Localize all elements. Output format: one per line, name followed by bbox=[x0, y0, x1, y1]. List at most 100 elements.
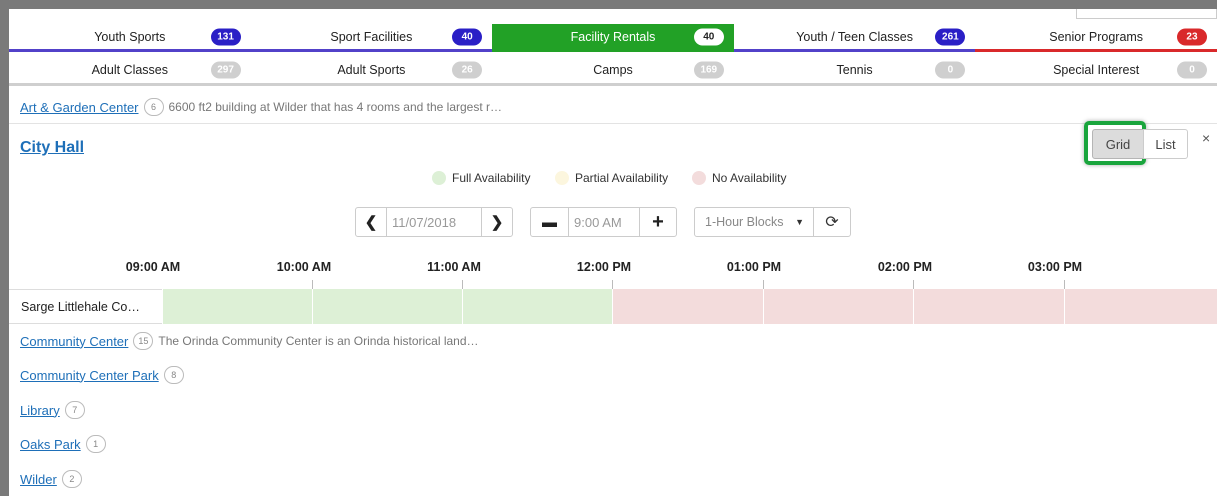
facility-link-wilder[interactable]: Wilder bbox=[20, 472, 57, 487]
time-slot-1500[interactable] bbox=[1064, 289, 1217, 324]
time-label-1000: 10:00 AM bbox=[276, 260, 332, 274]
legend-label: No Availability bbox=[712, 171, 787, 185]
partial-availability-dot bbox=[555, 171, 569, 185]
time-tick bbox=[913, 280, 914, 289]
facility-title-city-hall[interactable]: City Hall bbox=[20, 139, 84, 157]
room-count-badge: 1 bbox=[85, 435, 106, 453]
count-badge: 0 bbox=[1176, 61, 1207, 78]
tab-senior-programs[interactable]: Senior Programs 23 bbox=[975, 24, 1217, 52]
time-tick bbox=[1064, 280, 1065, 289]
time-label-1400: 02:00 PM bbox=[877, 260, 933, 274]
legend-partial: Partial Availability bbox=[555, 171, 668, 185]
facility-link-community-center-park[interactable]: Community Center Park bbox=[20, 368, 159, 383]
count-badge: 23 bbox=[1176, 28, 1207, 45]
legend-label: Partial Availability bbox=[575, 171, 669, 185]
no-availability-dot bbox=[692, 171, 706, 185]
plus-icon[interactable]: + bbox=[640, 208, 676, 236]
facility-link-community-center[interactable]: Community Center bbox=[20, 334, 128, 349]
count-badge: 26 bbox=[452, 61, 483, 78]
room-count-badge: 6 bbox=[143, 98, 164, 116]
tab-label: Special Interest bbox=[1053, 62, 1140, 77]
time-label-1100: 11:00 AM bbox=[427, 260, 481, 274]
chevron-right-icon[interactable]: ❯ bbox=[482, 208, 512, 236]
minus-icon[interactable]: ▬ bbox=[531, 208, 568, 236]
room-count-badge: 8 bbox=[163, 366, 184, 384]
search-box-edge[interactable] bbox=[1076, 9, 1217, 19]
chevron-left-icon[interactable]: ❮ bbox=[356, 208, 386, 236]
list-view-button[interactable]: List bbox=[1143, 129, 1188, 159]
time-tick bbox=[612, 280, 613, 289]
count-badge: 169 bbox=[693, 61, 724, 78]
room-count-badge: 7 bbox=[64, 401, 85, 419]
count-badge: 297 bbox=[210, 61, 241, 78]
time-label-1500: 03:00 PM bbox=[1027, 260, 1083, 274]
category-tabs-row-2: Adult Classes 297 Adult Sports 26 Camps … bbox=[9, 56, 1217, 86]
facility-row-oaks-park: Oaks Park 1 bbox=[20, 435, 111, 453]
time-slot-1300[interactable] bbox=[763, 289, 913, 324]
tab-label: Youth Sports bbox=[94, 29, 166, 44]
time-slot-1400[interactable] bbox=[913, 289, 1064, 324]
caret-down-icon: ▼ bbox=[795, 217, 804, 227]
time-label-0900: 09:00 AM bbox=[125, 260, 181, 274]
room-count-badge: 15 bbox=[133, 332, 154, 350]
facility-row-wilder: Wilder 2 bbox=[20, 470, 87, 488]
time-tick bbox=[462, 280, 463, 289]
time-slot-1000[interactable] bbox=[312, 289, 462, 324]
count-badge: 0 bbox=[935, 61, 966, 78]
legend-label: Full Availability bbox=[452, 171, 531, 185]
facility-row-art-garden: Art & Garden Center 6 6600 ft2 building … bbox=[20, 98, 502, 116]
count-badge: 131 bbox=[210, 28, 241, 45]
time-slot-1100[interactable] bbox=[462, 289, 612, 324]
tab-sport-facilities[interactable]: Sport Facilities 40 bbox=[250, 24, 493, 52]
tab-adult-classes[interactable]: Adult Classes 297 bbox=[9, 56, 251, 86]
divider bbox=[9, 123, 1217, 124]
facility-description: 6600 ft2 building at Wilder that has 4 r… bbox=[168, 100, 503, 114]
facility-link-oaks-park[interactable]: Oaks Park bbox=[20, 437, 81, 452]
tab-label: Camps bbox=[593, 62, 633, 77]
room-count-badge: 2 bbox=[61, 470, 82, 488]
tab-special-interest[interactable]: Special Interest 0 bbox=[975, 56, 1217, 86]
select-value: 1-Hour Blocks bbox=[705, 215, 784, 229]
tab-label: Tennis bbox=[836, 62, 873, 77]
count-badge: 261 bbox=[935, 28, 966, 45]
time-label-1200: 12:00 PM bbox=[576, 260, 632, 274]
tab-label: Senior Programs bbox=[1049, 29, 1144, 44]
tab-label: Adult Classes bbox=[91, 62, 169, 77]
tab-adult-sports[interactable]: Adult Sports 26 bbox=[250, 56, 493, 86]
tab-label: Sport Facilities bbox=[330, 29, 413, 44]
tab-facility-rentals[interactable]: Facility Rentals 40 bbox=[492, 24, 734, 52]
time-tick bbox=[763, 280, 764, 289]
tab-label: Youth / Teen Classes bbox=[796, 29, 913, 44]
tab-youth-teen-classes[interactable]: Youth / Teen Classes 261 bbox=[733, 24, 976, 52]
legend-full: Full Availability bbox=[432, 171, 530, 185]
tab-label: Facility Rentals bbox=[570, 29, 656, 44]
facility-description: The Orinda Community Center is an Orinda… bbox=[158, 334, 479, 348]
tab-camps[interactable]: Camps 169 bbox=[492, 56, 734, 86]
facility-row-library: Library 7 bbox=[20, 401, 90, 419]
time-slot-0900[interactable] bbox=[162, 289, 312, 324]
count-badge: 40 bbox=[452, 28, 483, 45]
time-slot-1200[interactable] bbox=[612, 289, 763, 324]
tab-tennis[interactable]: Tennis 0 bbox=[733, 56, 976, 86]
category-tabs-row-1: Youth Sports 131 Sport Facilities 40 Fac… bbox=[9, 24, 1217, 52]
facility-row-community-center-park: Community Center Park 8 bbox=[20, 366, 189, 384]
refresh-icon[interactable]: ⟳ bbox=[813, 207, 851, 237]
grid-view-button[interactable]: Grid bbox=[1092, 129, 1144, 159]
time-tick bbox=[312, 280, 313, 289]
facility-row-community-center: Community Center 15 The Orinda Community… bbox=[20, 332, 479, 350]
tab-youth-sports[interactable]: Youth Sports 131 bbox=[9, 24, 251, 52]
count-badge: 40 bbox=[693, 28, 724, 45]
block-size-select[interactable]: 1-Hour Blocks ▼ bbox=[694, 207, 814, 237]
time-label-1300: 01:00 PM bbox=[726, 260, 782, 274]
close-icon[interactable]: × bbox=[1202, 130, 1210, 146]
room-name-sarge-littlehale: Sarge Littlehale Co… bbox=[9, 289, 162, 324]
date-picker: ❮ ❯ bbox=[355, 207, 513, 237]
time-input[interactable] bbox=[568, 208, 640, 236]
legend-none: No Availability bbox=[692, 171, 786, 185]
date-input[interactable] bbox=[386, 208, 482, 236]
full-availability-dot bbox=[432, 171, 446, 185]
facility-link-art-garden[interactable]: Art & Garden Center bbox=[20, 100, 139, 115]
time-stepper: ▬ + bbox=[530, 207, 677, 237]
facility-link-library[interactable]: Library bbox=[20, 403, 60, 418]
tab-label: Adult Sports bbox=[337, 62, 406, 77]
